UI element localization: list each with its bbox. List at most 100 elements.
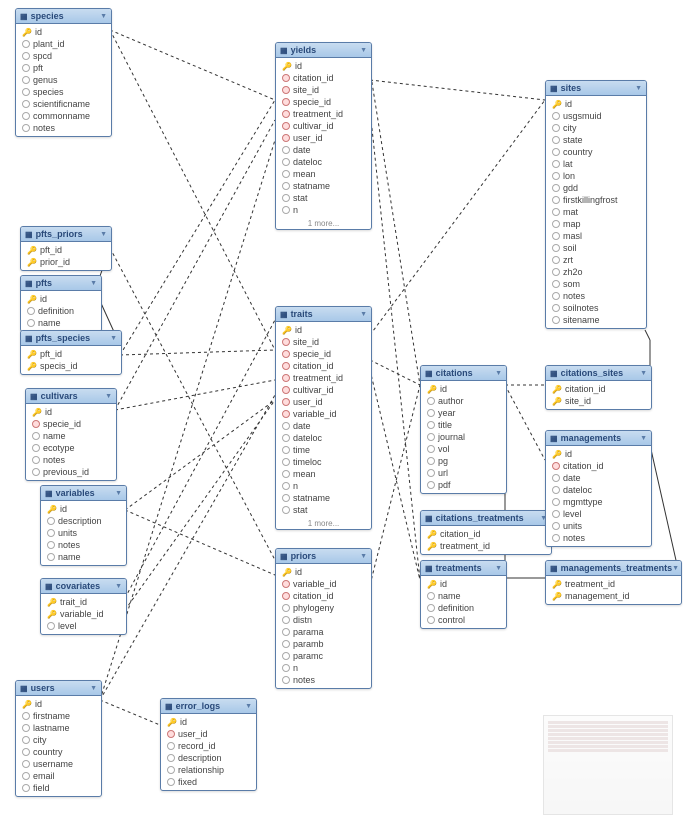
column-record_id[interactable]: record_id (161, 740, 256, 752)
column-species[interactable]: species (16, 86, 111, 98)
column-plant_id[interactable]: plant_id (16, 38, 111, 50)
table-pfts[interactable]: ▦pfts▼🔑iddefinitionname (20, 275, 102, 332)
column-dateloc[interactable]: dateloc (276, 432, 371, 444)
column-name[interactable]: name (26, 430, 116, 442)
table-citations_sites[interactable]: ▦citations_sites▼🔑citation_id🔑site_id (545, 365, 652, 410)
column-units[interactable]: units (546, 520, 651, 532)
column-notes[interactable]: notes (41, 539, 126, 551)
column-dateloc[interactable]: dateloc (546, 484, 651, 496)
column-treatment_id[interactable]: treatment_id (276, 372, 371, 384)
column-site_id[interactable]: site_id (276, 336, 371, 348)
column-username[interactable]: username (16, 758, 101, 770)
table-users[interactable]: ▦users▼🔑idfirstnamelastnamecitycountryus… (15, 680, 102, 797)
column-treatment_id[interactable]: 🔑treatment_id (546, 578, 681, 590)
column-fixed[interactable]: fixed (161, 776, 256, 788)
table-variables[interactable]: ▦variables▼🔑iddescriptionunitsnotesname (40, 485, 127, 566)
column-citation_id[interactable]: 🔑citation_id (546, 383, 651, 395)
column-title[interactable]: title (421, 419, 506, 431)
column-masl[interactable]: masl (546, 230, 646, 242)
column-stat[interactable]: stat (276, 504, 371, 516)
column-notes[interactable]: notes (26, 454, 116, 466)
column-citation_id[interactable]: 🔑citation_id (421, 528, 551, 540)
column-definition[interactable]: definition (21, 305, 101, 317)
column-units[interactable]: units (41, 527, 126, 539)
table-header[interactable]: ▦sites▼ (546, 81, 646, 96)
table-sites[interactable]: ▦sites▼🔑idusgsmuidcitystatecountrylatlon… (545, 80, 647, 329)
column-firstkillingfrost[interactable]: firstkillingfrost (546, 194, 646, 206)
table-header[interactable]: ▦citations_sites▼ (546, 366, 651, 381)
column-pft_id[interactable]: 🔑pft_id (21, 348, 121, 360)
column-ecotype[interactable]: ecotype (26, 442, 116, 454)
table-header[interactable]: ▦pfts_priors▼ (21, 227, 111, 242)
column-soil[interactable]: soil (546, 242, 646, 254)
column-notes[interactable]: notes (546, 532, 651, 544)
column-notes[interactable]: notes (276, 674, 371, 686)
table-header[interactable]: ▦managements_treatments▼ (546, 561, 681, 576)
column-notes[interactable]: notes (546, 290, 646, 302)
column-year[interactable]: year (421, 407, 506, 419)
table-header[interactable]: ▦treatments▼ (421, 561, 506, 576)
column-treatment_id[interactable]: treatment_id (276, 108, 371, 120)
table-cultivars[interactable]: ▦cultivars▼🔑idspecie_idnameecotypenotesp… (25, 388, 117, 481)
column-prior_id[interactable]: 🔑prior_id (21, 256, 111, 268)
column-timeloc[interactable]: timeloc (276, 456, 371, 468)
column-gdd[interactable]: gdd (546, 182, 646, 194)
column-city[interactable]: city (16, 734, 101, 746)
column-date[interactable]: date (276, 420, 371, 432)
column-specie_id[interactable]: specie_id (276, 348, 371, 360)
column-country[interactable]: country (16, 746, 101, 758)
column-country[interactable]: country (546, 146, 646, 158)
column-distn[interactable]: distn (276, 614, 371, 626)
column-description[interactable]: description (161, 752, 256, 764)
column-citation_id[interactable]: citation_id (276, 360, 371, 372)
column-paramc[interactable]: paramc (276, 650, 371, 662)
column-state[interactable]: state (546, 134, 646, 146)
column-mean[interactable]: mean (276, 168, 371, 180)
column-id[interactable]: 🔑id (161, 716, 256, 728)
column-time[interactable]: time (276, 444, 371, 456)
column-n[interactable]: n (276, 662, 371, 674)
column-definition[interactable]: definition (421, 602, 506, 614)
column-management_id[interactable]: 🔑management_id (546, 590, 681, 602)
table-header[interactable]: ▦citations_treatments▼ (421, 511, 551, 526)
column-stat[interactable]: stat (276, 192, 371, 204)
column-mat[interactable]: mat (546, 206, 646, 218)
column-email[interactable]: email (16, 770, 101, 782)
table-header[interactable]: ▦cultivars▼ (26, 389, 116, 404)
column-name[interactable]: name (421, 590, 506, 602)
table-managements[interactable]: ▦managements▼🔑idcitation_iddatedatelocmg… (545, 430, 652, 547)
column-relationship[interactable]: relationship (161, 764, 256, 776)
column-commonname[interactable]: commonname (16, 110, 111, 122)
column-mgmttype[interactable]: mgmttype (546, 496, 651, 508)
table-error_logs[interactable]: ▦error_logs▼🔑iduser_idrecord_iddescripti… (160, 698, 257, 791)
column-url[interactable]: url (421, 467, 506, 479)
column-date[interactable]: date (276, 144, 371, 156)
column-level[interactable]: level (41, 620, 126, 632)
column-firstname[interactable]: firstname (16, 710, 101, 722)
column-pdf[interactable]: pdf (421, 479, 506, 491)
column-id[interactable]: 🔑id (276, 60, 371, 72)
column-field[interactable]: field (16, 782, 101, 794)
column-variable_id[interactable]: variable_id (276, 408, 371, 420)
column-notes[interactable]: notes (16, 122, 111, 134)
table-pfts_priors[interactable]: ▦pfts_priors▼🔑pft_id🔑prior_id (20, 226, 112, 271)
table-pfts_species[interactable]: ▦pfts_species▼🔑pft_id🔑specis_id (20, 330, 122, 375)
column-id[interactable]: 🔑id (41, 503, 126, 515)
column-previous_id[interactable]: previous_id (26, 466, 116, 478)
column-control[interactable]: control (421, 614, 506, 626)
table-header[interactable]: ▦variables▼ (41, 486, 126, 501)
table-header[interactable]: ▦yields▼ (276, 43, 371, 58)
table-header[interactable]: ▦error_logs▼ (161, 699, 256, 714)
column-cultivar_id[interactable]: cultivar_id (276, 120, 371, 132)
column-n[interactable]: n (276, 480, 371, 492)
column-spcd[interactable]: spcd (16, 50, 111, 62)
column-treatment_id[interactable]: 🔑treatment_id (421, 540, 551, 552)
column-map[interactable]: map (546, 218, 646, 230)
column-id[interactable]: 🔑id (16, 698, 101, 710)
table-species[interactable]: ▦species▼🔑idplant_idspcdpftgenusspeciess… (15, 8, 112, 137)
column-id[interactable]: 🔑id (21, 293, 101, 305)
table-header[interactable]: ▦species▼ (16, 9, 111, 24)
column-id[interactable]: 🔑id (546, 98, 646, 110)
column-n[interactable]: n (276, 204, 371, 216)
column-pft[interactable]: pft (16, 62, 111, 74)
